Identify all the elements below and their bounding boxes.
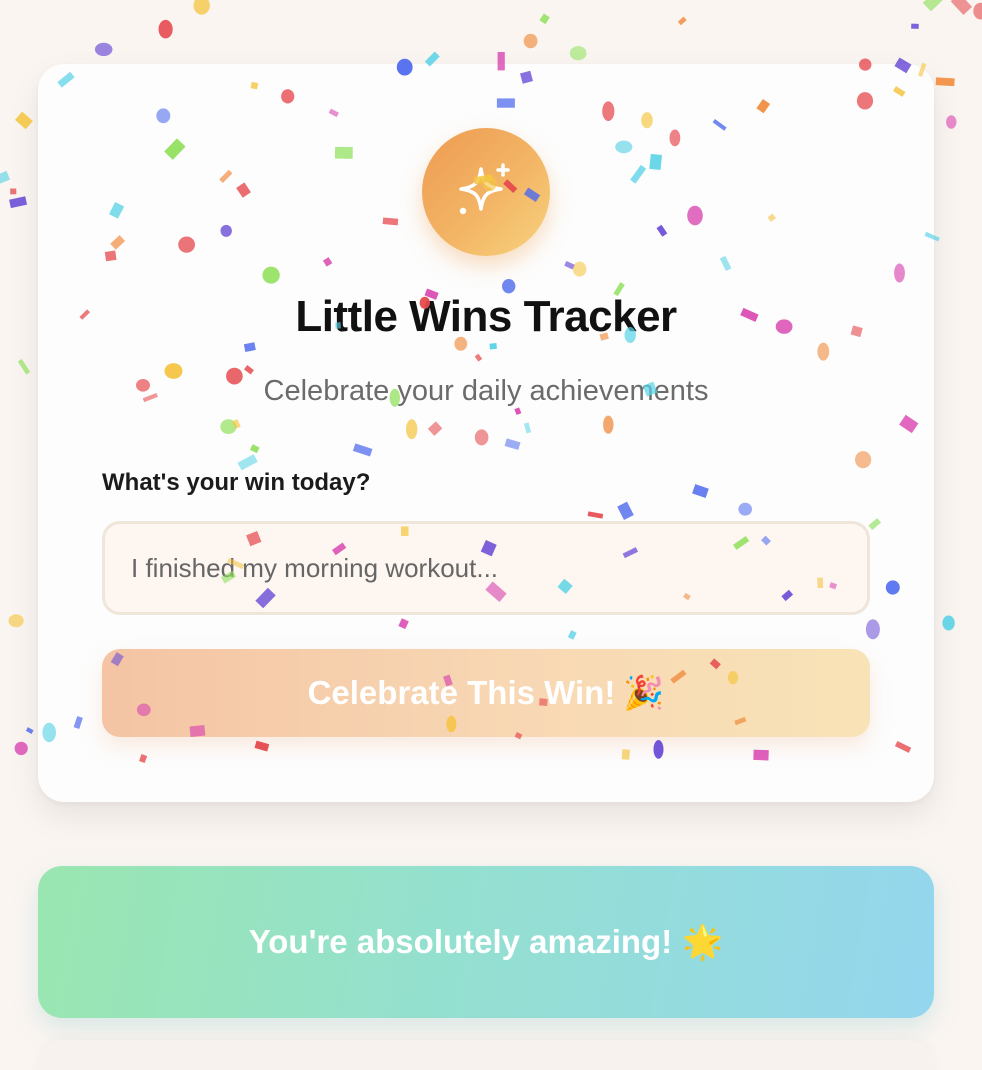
win-entry-card: Little Wins Tracker Celebrate your daily… [38, 64, 934, 802]
app-logo [422, 128, 550, 256]
confetti-piece [14, 111, 33, 130]
next-card [38, 1040, 934, 1070]
affirmation-banner: You're absolutely amazing! 🌟 [38, 866, 934, 1018]
win-input-label: What's your win today? [102, 469, 371, 496]
confetti-piece [25, 727, 34, 734]
confetti-piece [569, 46, 587, 61]
sparkles-icon [459, 163, 510, 215]
page-title: Little Wins Tracker [295, 292, 677, 341]
confetti-piece [158, 19, 173, 39]
confetti-piece [677, 16, 687, 26]
confetti-piece [950, 0, 973, 15]
confetti-piece [946, 115, 957, 129]
confetti-piece [9, 196, 28, 209]
confetti-piece [193, 0, 210, 15]
confetti-piece [10, 188, 17, 195]
star-icon: 🌟 [682, 922, 724, 960]
confetti-piece [0, 170, 11, 184]
win-input[interactable] [102, 521, 870, 615]
confetti-piece [922, 0, 943, 12]
confetti-piece [8, 614, 24, 628]
confetti-piece [94, 42, 113, 57]
party-popper-icon: 🎉 [623, 673, 665, 711]
confetti-piece [973, 2, 982, 20]
confetti-piece [942, 615, 955, 631]
confetti-piece [935, 77, 955, 87]
confetti-piece [539, 13, 550, 25]
confetti-piece [523, 33, 538, 49]
confetti-piece [14, 741, 28, 756]
confetti-piece [911, 23, 919, 29]
page-subtitle: Celebrate your daily achievements [263, 375, 709, 407]
confetti-piece [17, 358, 31, 375]
affirmation-text: You're absolutely amazing! [248, 923, 673, 960]
app-screen: Little Wins Tracker Celebrate your daily… [0, 0, 982, 1070]
celebrate-button-label: Celebrate This Win! [307, 674, 616, 711]
celebrate-button[interactable]: Celebrate This Win! 🎉 [102, 649, 870, 737]
